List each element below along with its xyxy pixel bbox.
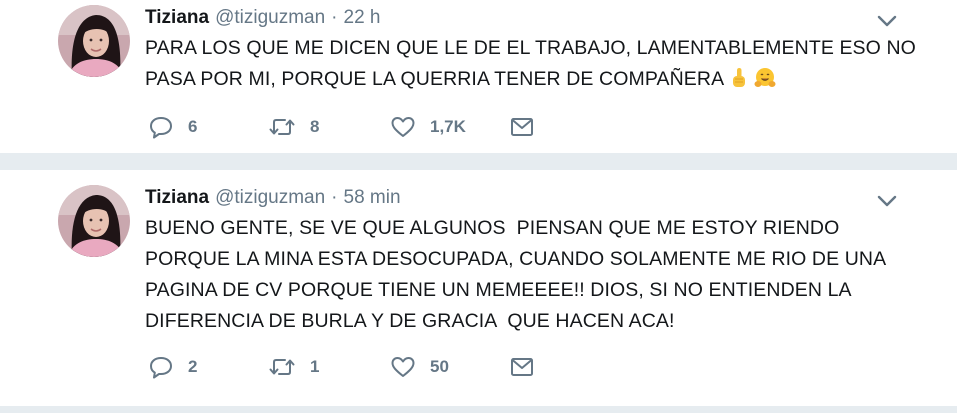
- reply-icon: [148, 115, 174, 139]
- separator-dot: ·: [331, 187, 338, 208]
- avatar[interactable]: [58, 5, 130, 77]
- chevron-down-icon[interactable]: [876, 13, 898, 29]
- retweet-button[interactable]: 1: [268, 352, 319, 382]
- tweet-text-line: PARA LOS QUE ME DICEN QUE LE DE EL TRABA…: [145, 37, 916, 59]
- like-count: 50: [430, 357, 449, 376]
- chevron-down-icon[interactable]: [876, 193, 898, 209]
- author-name[interactable]: Tiziana: [145, 187, 209, 209]
- envelope-icon: [510, 116, 534, 138]
- reply-count: 6: [188, 117, 198, 136]
- tweet-text-line: BUENO GENTE, SE VE QUE ALGUNOS PIENSAN Q…: [145, 217, 840, 239]
- tweet-header: Tiziana @tiziguzman · 58 min: [145, 187, 401, 213]
- tweet-actions: 6 8 1,7K: [148, 112, 568, 142]
- direct-message-button[interactable]: [510, 112, 534, 142]
- like-button[interactable]: 50: [390, 352, 449, 382]
- like-button[interactable]: 1,7K: [390, 112, 466, 142]
- retweet-button[interactable]: 8: [268, 112, 319, 142]
- author-handle[interactable]: @tiziguzman: [215, 187, 325, 209]
- reply-icon: [148, 355, 174, 379]
- pointing-up-emoji: [728, 67, 750, 89]
- timestamp[interactable]: 58 min: [344, 187, 401, 209]
- avatar[interactable]: [58, 185, 130, 257]
- heart-icon: [390, 355, 416, 379]
- tweet-text-line: PAGINA DE CV PORQUE TIENE UN MEMEEEE!! D…: [145, 279, 852, 301]
- heart-icon: [390, 115, 416, 139]
- hugging-face-emoji: [754, 67, 776, 89]
- tweet-text: BUENO GENTE, SE VE QUE ALGUNOS PIENSAN Q…: [145, 213, 935, 337]
- retweet-icon: [268, 115, 296, 139]
- timestamp[interactable]: 22 h: [344, 7, 381, 29]
- tweet-header: Tiziana @tiziguzman · 22 h: [145, 7, 380, 33]
- tweet-text-line: PORQUE LA MINA ESTA DESOCUPADA, CUANDO S…: [145, 248, 887, 270]
- envelope-icon: [510, 356, 534, 378]
- tweet-card[interactable]: Tiziana @tiziguzman · 58 min BUENO GENTE…: [0, 170, 957, 406]
- reply-count: 2: [188, 357, 198, 376]
- tweet-card[interactable]: Tiziana @tiziguzman · 22 h PARA LOS QUE …: [0, 0, 957, 153]
- reply-button[interactable]: 6: [148, 112, 197, 142]
- tweet-text-line: PASA POR MI, PORQUE LA QUERRIA TENER DE …: [145, 68, 725, 90]
- tweet-text-line-with-emoji: PASA POR MI, PORQUE LA QUERRIA TENER DE …: [145, 64, 935, 95]
- like-count: 1,7K: [430, 117, 466, 136]
- retweet-count: 8: [310, 117, 320, 136]
- reply-button[interactable]: 2: [148, 352, 197, 382]
- author-handle[interactable]: @tiziguzman: [215, 7, 325, 29]
- retweet-icon: [268, 355, 296, 379]
- retweet-count: 1: [310, 357, 320, 376]
- separator-dot: ·: [331, 7, 338, 28]
- direct-message-button[interactable]: [510, 352, 534, 382]
- tweet-text: PARA LOS QUE ME DICEN QUE LE DE EL TRABA…: [145, 33, 935, 95]
- author-name[interactable]: Tiziana: [145, 7, 209, 29]
- tweet-text-line: DIFERENCIA DE BURLA Y DE GRACIA QUE HACE…: [145, 310, 675, 332]
- tweet-actions: 2 1 50: [148, 352, 568, 382]
